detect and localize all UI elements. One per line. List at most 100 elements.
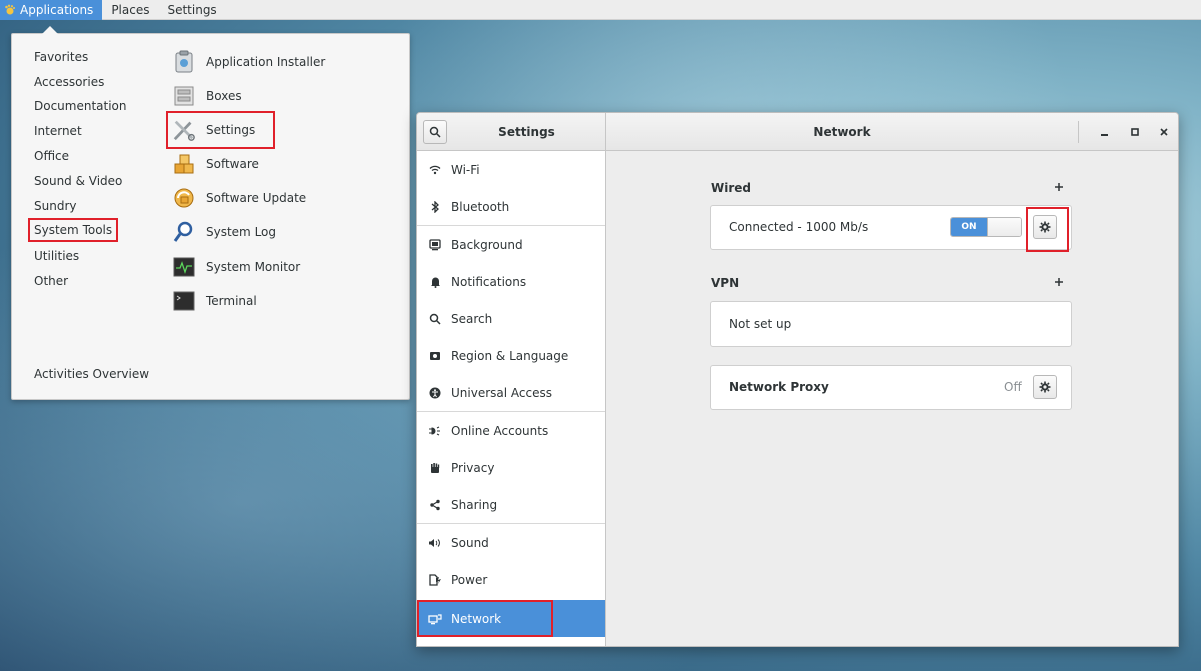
- sidebar-item-background[interactable]: Background: [417, 226, 605, 263]
- background-icon: [428, 238, 442, 252]
- applications-label: Applications: [20, 2, 94, 17]
- category-sundry[interactable]: Sundry: [34, 196, 76, 216]
- power-icon: [428, 573, 442, 587]
- sidebar-header: Settings: [417, 113, 606, 151]
- sidebar-item-label: Universal Access: [451, 385, 552, 400]
- sidebar-item-network[interactable]: Network: [417, 600, 553, 637]
- sidebar-item-label: Network: [451, 611, 502, 626]
- network-icon: [428, 612, 442, 626]
- online-accounts-icon: [428, 424, 442, 438]
- sidebar-item-wifi[interactable]: Wi-Fi: [417, 151, 605, 188]
- sidebar-item-label: Wi-Fi: [451, 162, 480, 177]
- category-system-tools[interactable]: System Tools: [27, 218, 119, 242]
- window-title: Network: [813, 125, 871, 139]
- boxes-icon: [172, 84, 196, 108]
- app-label: Settings: [206, 123, 256, 137]
- software-update-icon: [172, 186, 196, 210]
- network-panel: Wired Connected - 1000 Mb/s ON VPN Not s…: [607, 151, 1178, 646]
- sidebar-item-search[interactable]: Search: [417, 300, 605, 337]
- sidebar-item-bluetooth[interactable]: Bluetooth: [417, 188, 605, 225]
- sidebar-title: Settings: [498, 125, 555, 139]
- category-utilities[interactable]: Utilities: [34, 246, 79, 266]
- places-menu-button[interactable]: Places: [102, 0, 158, 20]
- app-application-installer[interactable]: Application Installer: [172, 48, 325, 76]
- sidebar-item-label: Privacy: [451, 460, 495, 475]
- gear-icon: [1039, 381, 1051, 393]
- wired-toggle-switch[interactable]: ON: [950, 217, 1022, 237]
- sidebar-item-label: Power: [451, 572, 488, 587]
- sidebar-item-sharing[interactable]: Sharing: [417, 486, 605, 523]
- category-office[interactable]: Office: [34, 146, 69, 166]
- sidebar-item-label: Sharing: [451, 497, 498, 512]
- wired-status: Connected - 1000 Mb/s: [729, 220, 869, 234]
- network-proxy-label: Network Proxy: [729, 380, 829, 394]
- app-label: System Log: [206, 225, 276, 239]
- category-internet[interactable]: Internet: [34, 121, 82, 141]
- sidebar-item-privacy[interactable]: Privacy: [417, 449, 605, 486]
- app-system-log[interactable]: System Log: [172, 218, 276, 246]
- header-bar: Settings Network: [417, 113, 1178, 151]
- vpn-section-title: VPN: [711, 276, 740, 290]
- close-button[interactable]: [1156, 124, 1172, 140]
- settings-menu-button[interactable]: Settings: [158, 0, 225, 20]
- close-icon: [1160, 128, 1168, 136]
- activities-overview[interactable]: Activities Overview: [34, 367, 149, 381]
- app-label: Software Update: [206, 191, 307, 205]
- app-label: Software: [206, 157, 259, 171]
- app-software[interactable]: Software: [172, 150, 259, 178]
- search-icon: [428, 312, 442, 326]
- maximize-button[interactable]: [1127, 124, 1143, 140]
- category-documentation[interactable]: Documentation: [34, 96, 127, 116]
- network-proxy-value: Off: [1004, 380, 1022, 394]
- network-proxy-row[interactable]: Network Proxy Off: [710, 365, 1072, 410]
- wired-connection-row: Connected - 1000 Mb/s ON: [710, 205, 1072, 250]
- sidebar-item-label: Region & Language: [451, 348, 569, 363]
- terminal-icon: [172, 289, 196, 313]
- switch-knob: [987, 218, 1021, 236]
- wifi-icon: [428, 163, 442, 177]
- network-proxy-settings-button[interactable]: [1033, 375, 1057, 399]
- sidebar-item-label: Search: [451, 311, 493, 326]
- sidebar-item-region-language[interactable]: Region & Language: [417, 337, 605, 374]
- add-wired-button[interactable]: [1054, 178, 1064, 196]
- category-favorites[interactable]: Favorites: [34, 47, 88, 67]
- applications-menu: Favorites Accessories Documentation Inte…: [11, 26, 410, 400]
- app-software-update[interactable]: Software Update: [172, 184, 306, 212]
- switch-on-label: ON: [951, 218, 987, 236]
- minimize-button[interactable]: [1097, 124, 1113, 140]
- vpn-row: Not set up: [710, 301, 1072, 347]
- bell-icon: [428, 275, 442, 289]
- app-label: System Monitor: [206, 260, 301, 274]
- sidebar-item-sound[interactable]: Sound: [417, 524, 605, 561]
- app-boxes[interactable]: Boxes: [172, 82, 242, 110]
- app-label: Application Installer: [206, 55, 326, 69]
- applications-menu-button[interactable]: Applications: [0, 0, 103, 20]
- add-vpn-button[interactable]: [1054, 273, 1064, 291]
- app-terminal[interactable]: Terminal: [172, 287, 257, 315]
- settings-sidebar: Wi-Fi Bluetooth Background Notifications…: [417, 151, 606, 646]
- wired-section-title: Wired: [711, 181, 751, 195]
- category-sound-video[interactable]: Sound & Video: [34, 171, 122, 191]
- category-other[interactable]: Other: [34, 271, 68, 291]
- maximize-icon: [1131, 128, 1139, 136]
- app-settings[interactable]: Settings: [166, 111, 275, 149]
- settings-tools-icon: [172, 118, 196, 142]
- app-system-monitor[interactable]: System Monitor: [172, 253, 300, 281]
- bluetooth-icon: [428, 200, 442, 214]
- sidebar-item-label: Sound: [451, 535, 489, 550]
- speaker-icon: [428, 536, 442, 550]
- plus-icon: [1055, 278, 1063, 286]
- accessibility-icon: [428, 386, 442, 400]
- region-flag-icon: [428, 349, 442, 363]
- search-button[interactable]: [423, 120, 447, 144]
- minimize-icon: [1101, 134, 1108, 136]
- sidebar-item-online-accounts[interactable]: Online Accounts: [417, 412, 605, 449]
- plus-icon: [1055, 183, 1063, 191]
- category-accessories[interactable]: Accessories: [34, 72, 104, 92]
- app-label: Terminal: [206, 294, 257, 308]
- sidebar-item-label: Background: [451, 237, 523, 252]
- search-icon: [429, 126, 441, 138]
- sidebar-item-universal-access[interactable]: Universal Access: [417, 374, 605, 411]
- sidebar-item-notifications[interactable]: Notifications: [417, 263, 605, 300]
- sidebar-item-power[interactable]: Power: [417, 561, 605, 598]
